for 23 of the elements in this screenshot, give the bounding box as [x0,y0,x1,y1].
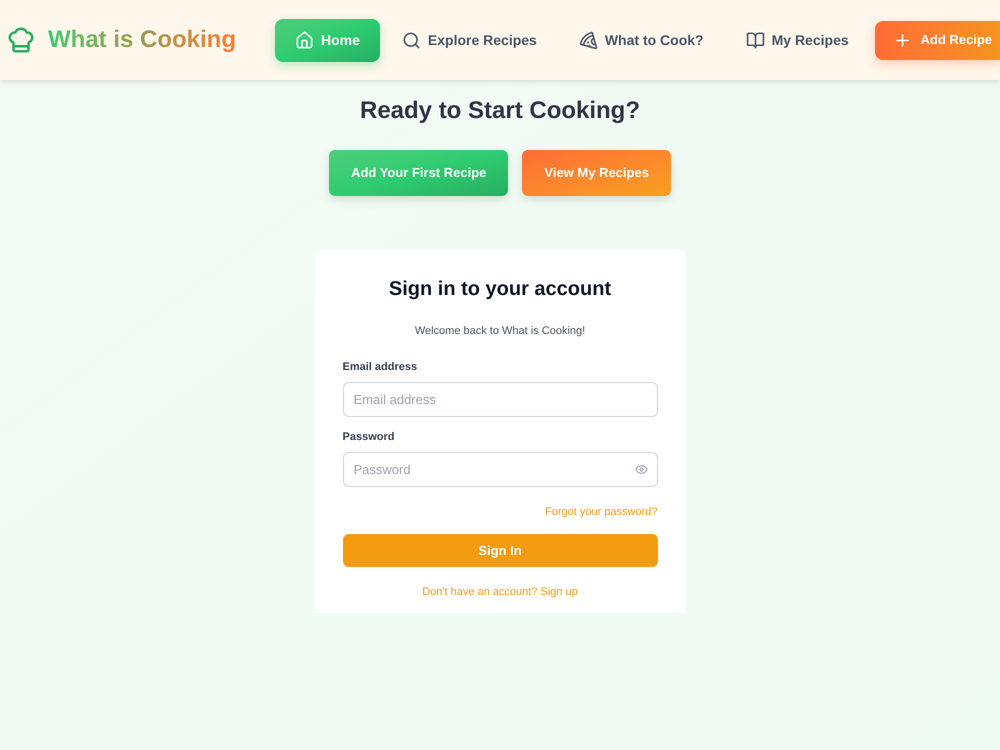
chef-hat-icon[interactable] [6,25,36,55]
view-recipes-button[interactable]: View My Recipes [522,150,671,196]
search-icon [402,30,421,50]
sign-in-title: Sign in to your account [388,277,612,302]
password-field[interactable]: Password [342,452,658,487]
add-first-recipe-button[interactable]: Add Your First Recipe [329,150,508,196]
sign-in-button[interactable]: Sign In [342,534,658,567]
add-recipe-button[interactable]: Add Recipe [875,20,1000,60]
field-label: Email address [342,360,418,374]
hero-heading: Ready to Start Cooking? [360,96,640,126]
field-label: Password [342,430,396,444]
house-icon [295,30,314,50]
nav-link[interactable]: Home [275,18,380,62]
nav-link[interactable]: Explore Recipes [382,18,557,62]
nav-link[interactable]: What to Cook? [558,18,724,62]
welcome-text: Welcome back to What is Cooking! [414,324,586,339]
open-book-icon [746,30,765,50]
forgot-password-link[interactable]: Forgot your password? [545,505,658,519]
show-password-eye-icon[interactable] [634,463,648,476]
sign-up-link[interactable]: Don't have an account? Sign up [422,585,578,599]
email-field[interactable]: Email address [342,382,658,417]
nav-link[interactable]: My Recipes [726,18,869,62]
pizza-slice-icon [578,30,598,50]
